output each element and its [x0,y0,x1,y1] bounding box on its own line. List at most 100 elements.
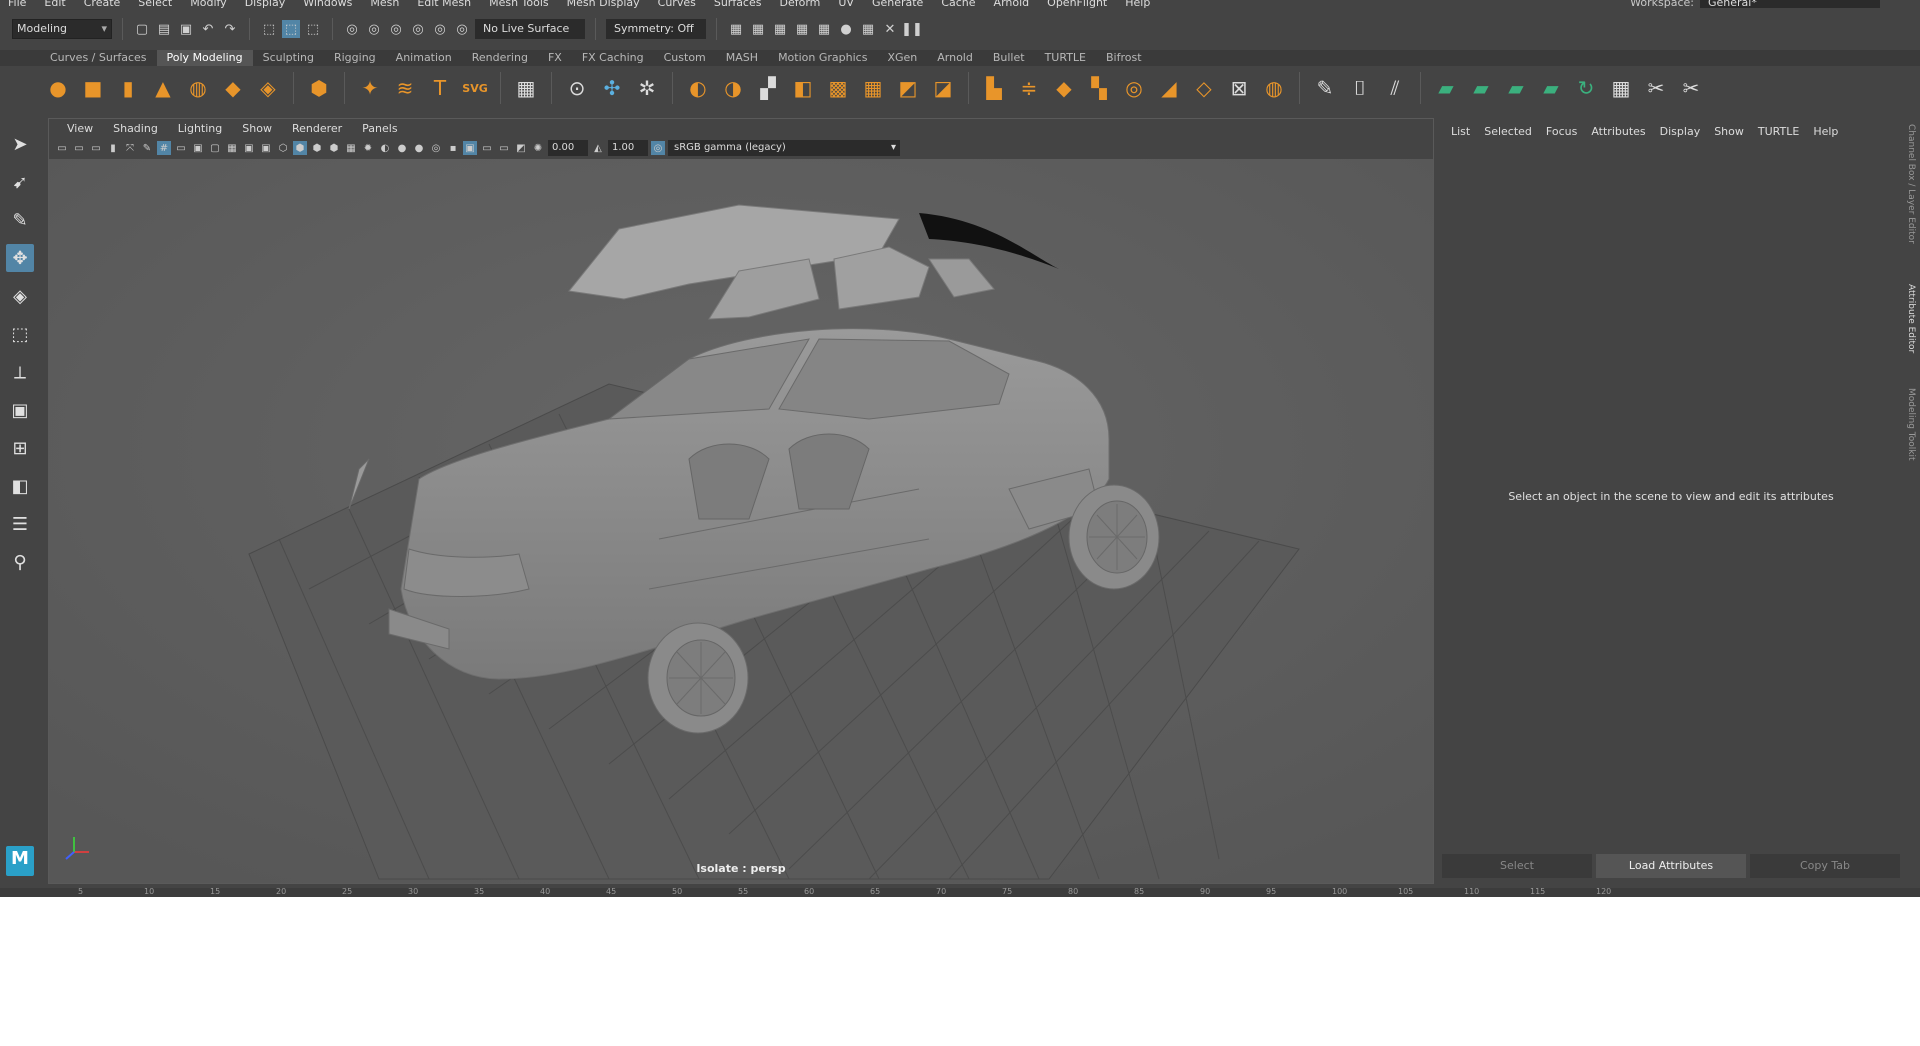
render-sequence-icon[interactable]: ✕ [881,20,899,38]
snap-grid-icon[interactable]: ◎ [343,20,361,38]
copy-tab-button[interactable]: Copy Tab [1750,854,1900,878]
shelf-tab-mash[interactable]: MASH [716,50,768,66]
last-tool-icon[interactable]: ⟂ [6,358,34,386]
menu-item-display[interactable]: Display [237,0,296,8]
menu-item-mesh-tools[interactable]: Mesh Tools [481,0,559,8]
shelf-tab-arnold[interactable]: Arnold [927,50,983,66]
set-pivot-icon[interactable]: ✣ [598,74,626,102]
color-management-icon[interactable]: ◎ [651,141,665,155]
grease-pencil-icon[interactable]: ✎ [140,141,154,155]
offset-edge-loop-icon[interactable]: ⫽ [1381,74,1409,102]
wireframe-on-shaded-icon[interactable]: ⬢ [310,141,324,155]
menu-item-deform[interactable]: Deform [771,0,830,8]
reduce-icon[interactable]: ▦ [859,74,887,102]
shelf-tab-curves-surfaces[interactable]: Curves / Surfaces [40,50,157,66]
measure-icon[interactable]: ⊙ [563,74,591,102]
shadows-icon[interactable]: ◐ [378,141,392,155]
wedge-icon[interactable]: ◢ [1155,74,1183,102]
snap-surface-icon[interactable]: ◎ [431,20,449,38]
cut-uv-icon[interactable]: ✂ [1677,74,1705,102]
menu-item-arnold[interactable]: Arnold [986,0,1040,8]
separate-icon[interactable]: ◑ [719,74,747,102]
pause-icon[interactable]: ❚❚ [901,20,923,38]
svg-icon[interactable]: SVG [461,74,489,102]
retopo-icon[interactable]: ◪ [929,74,957,102]
modeling-toolkit-tab[interactable]: Modeling Toolkit [1906,388,1916,461]
hypershade-icon[interactable]: ▦ [815,20,833,38]
snap-view-icon[interactable]: ◎ [409,20,427,38]
ambient-occlusion-icon[interactable]: ● [395,141,409,155]
depth-of-field-icon[interactable]: ▪ [446,141,460,155]
shelf-tab-bifrost[interactable]: Bifrost [1096,50,1152,66]
mirror-icon[interactable]: ◧ [789,74,817,102]
menu-item-create[interactable]: Create [76,0,131,8]
new-scene-icon[interactable]: ▢ [133,20,151,38]
shelf-tab-custom[interactable]: Custom [654,50,716,66]
lasso-tool-icon[interactable]: ➹ [6,168,34,196]
viewport-menu-shading[interactable]: Shading [103,122,168,135]
grid-icon[interactable]: # [157,141,171,155]
shelf-tab-rendering[interactable]: Rendering [462,50,538,66]
camera-attributes-icon[interactable]: ▭ [72,141,86,155]
live-surface-field[interactable]: No Live Surface [475,19,585,39]
bookmark-icon[interactable]: ▭ [89,141,103,155]
attr-menu-selected[interactable]: Selected [1477,125,1539,138]
channel-box-tab[interactable]: Channel Box / Layer Editor [1906,124,1916,244]
super-shape-icon[interactable]: ✦ [356,74,384,102]
xray-joints-icon[interactable]: ▭ [480,141,494,155]
append-polygon-icon[interactable]: ▚ [1085,74,1113,102]
snap-vertex-icon[interactable]: ◎ [453,20,471,38]
shelf-tab-animation[interactable]: Animation [386,50,462,66]
two-pane-layout-icon[interactable]: ◧ [6,472,34,500]
world-origin-icon[interactable]: ✲ [633,74,661,102]
attr-menu-help[interactable]: Help [1806,125,1845,138]
image-plane-icon[interactable]: ▮ [106,141,120,155]
attr-menu-show[interactable]: Show [1707,125,1751,138]
xray-icon[interactable]: ⬢ [327,141,341,155]
render-view-icon[interactable]: ▦ [727,20,745,38]
menu-item-mesh-display[interactable]: Mesh Display [559,0,650,8]
ipr-render-icon[interactable]: ▦ [771,20,789,38]
merge-icon[interactable]: ▰ [1432,74,1460,102]
fill-hole-icon[interactable]: ◎ [1120,74,1148,102]
shelf-tab-xgen[interactable]: XGen [877,50,927,66]
redo-icon[interactable]: ↷ [221,20,239,38]
remesh-icon[interactable]: ◩ [894,74,922,102]
save-scene-icon[interactable]: ▣ [177,20,195,38]
open-scene-icon[interactable]: ▤ [155,20,173,38]
connect-icon[interactable]: ▰ [1537,74,1565,102]
menu-item-surfaces[interactable]: Surfaces [706,0,772,8]
shelf-tab-sculpting[interactable]: Sculpting [253,50,324,66]
select-object-icon[interactable]: ⬚ [282,20,300,38]
render-settings-icon[interactable]: ▦ [793,20,811,38]
select-hierarchy-icon[interactable]: ⬚ [260,20,278,38]
shelf-tab-poly-modeling[interactable]: Poly Modeling [156,50,253,66]
safe-action-icon[interactable]: ▣ [242,141,256,155]
xray-active-icon[interactable]: ▭ [497,141,511,155]
menu-item-openflight[interactable]: OpenFlight [1039,0,1117,8]
attr-menu-turtle[interactable]: TURTLE [1751,125,1806,138]
gamma-icon[interactable]: ◭ [591,141,605,155]
film-gate-icon[interactable]: ▭ [174,141,188,155]
shelf-tab-turtle[interactable]: TURTLE [1035,50,1096,66]
target-weld-icon[interactable]: ▰ [1502,74,1530,102]
menu-item-uv[interactable]: UV [830,0,864,8]
menu-item-modify[interactable]: Modify [182,0,236,8]
backface-culling-icon[interactable]: ◩ [514,141,528,155]
select-camera-icon[interactable]: ▭ [55,141,69,155]
poly-sphere-icon[interactable]: ● [44,74,72,102]
four-view-layout-icon[interactable]: ⊞ [6,434,34,462]
undo-icon[interactable]: ↶ [199,20,217,38]
select-tool-icon[interactable]: ➤ [6,130,34,158]
menu-item-generate[interactable]: Generate [864,0,933,8]
perspective-viewport[interactable]: Isolate : persp [49,159,1433,883]
attribute-editor-tab[interactable]: Attribute Editor [1906,284,1916,353]
sweep-mesh-icon[interactable]: ≋ [391,74,419,102]
shelf-tab-motion-graphics[interactable]: Motion Graphics [768,50,877,66]
exposure-icon[interactable]: ✺ [531,141,545,155]
view-transform-dropdown[interactable]: sRGB gamma (legacy) [668,140,900,156]
render-frame-icon[interactable]: ▦ [749,20,767,38]
viewport-menu-renderer[interactable]: Renderer [282,122,352,135]
bevel-icon[interactable]: ◆ [1050,74,1078,102]
gamma-field[interactable]: 1.00 [608,140,648,156]
